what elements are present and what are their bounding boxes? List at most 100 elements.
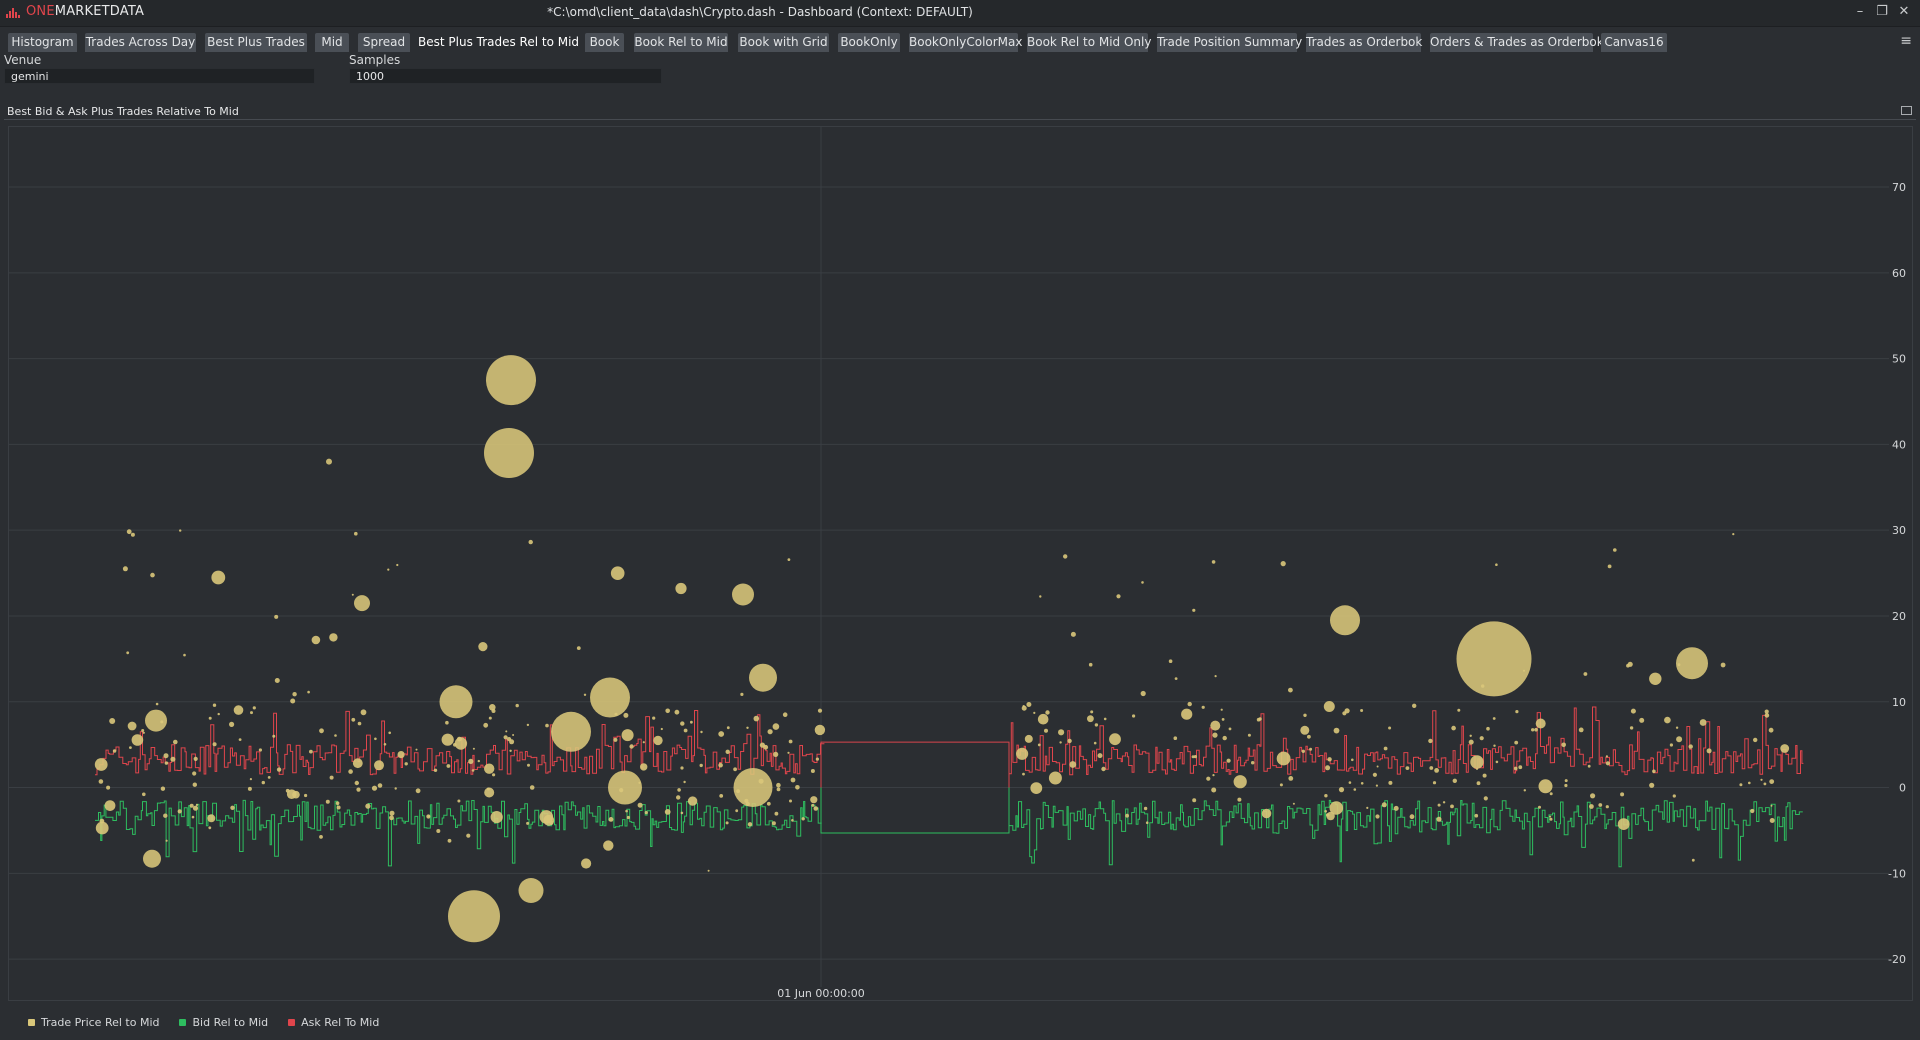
maximize-icon[interactable] <box>1901 106 1912 115</box>
trade-point <box>334 734 337 737</box>
trade-point <box>1617 818 1630 830</box>
trade-point <box>626 815 631 820</box>
trade-point <box>1720 662 1726 668</box>
tab-book-rel-to-mid[interactable]: Book Rel to Mid <box>634 33 728 52</box>
trade-point <box>229 721 235 728</box>
trade-bubble <box>608 770 642 805</box>
samples-label: Samples <box>349 53 401 67</box>
trade-point <box>733 767 737 772</box>
trade-point <box>212 703 217 707</box>
trade-point <box>1564 779 1568 783</box>
tab-canvas16[interactable]: Canvas16 <box>1601 33 1667 52</box>
legend-item-ask[interactable]: Ask Rel To Mid <box>288 1016 379 1029</box>
tab-mid[interactable]: Mid <box>315 33 349 52</box>
legend-item-bid[interactable]: Bid Rel to Mid <box>179 1016 268 1029</box>
trade-bubble <box>439 685 473 719</box>
trade-point <box>1605 805 1609 809</box>
trade-point <box>192 805 199 811</box>
venue-input[interactable]: gemini <box>4 68 315 84</box>
trade-point <box>766 801 771 806</box>
trade-point <box>1764 713 1770 718</box>
tab-trades-as-orderbok[interactable]: Trades as Orderbok <box>1306 33 1422 52</box>
tab-histogram[interactable]: Histogram <box>8 33 77 52</box>
trade-point <box>621 729 634 742</box>
trade-point <box>250 711 253 715</box>
tab-book-with-grid[interactable]: Book with Grid <box>738 33 829 52</box>
trade-point <box>1210 720 1221 731</box>
tab-book-rel-to-mid-only[interactable]: Book Rel to Mid Only <box>1027 33 1151 52</box>
y-tick-label: 20 <box>1892 610 1906 623</box>
trade-point <box>1474 813 1479 818</box>
trade-point <box>1375 784 1378 787</box>
restore-button[interactable]: ❐ <box>1874 3 1890 21</box>
trade-point <box>787 751 790 754</box>
title-bar: ONEMARKETDATA *C:\omd\client_data\dash\C… <box>0 0 1920 27</box>
trade-point <box>230 805 235 810</box>
trade-point <box>613 737 618 742</box>
trade-point <box>1187 701 1192 707</box>
minimize-button[interactable]: – <box>1852 3 1868 21</box>
trade-point <box>526 723 530 727</box>
trade-point <box>433 768 438 772</box>
trade-point <box>1590 793 1596 799</box>
trade-point <box>441 733 454 746</box>
y-tick-label: 0 <box>1899 782 1906 795</box>
trade-point <box>142 731 145 734</box>
tab-best-plus-trades[interactable]: Best Plus Trades <box>205 33 307 52</box>
trade-point <box>1024 734 1033 743</box>
tab-trades-across-day[interactable]: Trades Across Day <box>85 33 196 52</box>
trade-point <box>1168 659 1173 663</box>
tab-spread[interactable]: Spread <box>358 33 410 52</box>
trade-point <box>788 739 793 744</box>
tab-bookonly[interactable]: BookOnly <box>838 33 900 52</box>
trade-point <box>483 722 489 728</box>
trade-point <box>1360 709 1364 712</box>
tab-orders-trades-as-orderbok[interactable]: Orders & Trades as Orderbok <box>1430 33 1604 52</box>
legend-item-trade[interactable]: Trade Price Rel to Mid <box>28 1016 159 1029</box>
trade-point <box>1620 792 1625 797</box>
trade-point <box>1288 776 1294 781</box>
trade-point <box>680 721 685 726</box>
samples-input[interactable]: 1000 <box>349 68 662 84</box>
trade-point <box>397 751 405 759</box>
trade-point <box>211 570 226 585</box>
trade-point <box>1469 734 1472 737</box>
trade-point <box>335 801 340 805</box>
tab-trade-position-summary[interactable]: Trade Position Summary <box>1157 33 1302 52</box>
trade-point <box>1613 548 1617 552</box>
trade-point <box>258 748 262 752</box>
trade-point <box>155 702 159 706</box>
trade-point <box>1549 815 1552 818</box>
trade-point <box>789 799 792 803</box>
trade-point <box>179 529 182 532</box>
trade-point <box>356 787 361 792</box>
trade-point <box>545 723 549 728</box>
trade-point <box>1479 736 1484 741</box>
close-button[interactable]: ✕ <box>1896 3 1912 21</box>
trade-point <box>1388 726 1392 730</box>
trade-bubble <box>1456 621 1532 697</box>
menu-icon[interactable]: ≡ <box>1900 33 1912 49</box>
trade-point <box>1309 747 1313 751</box>
chart-area[interactable]: 70 60 50 40 30 20 10 0 -10 -20 01 Jun 00:00:00 <box>8 126 1913 1001</box>
trade-point <box>212 742 217 747</box>
trade-point <box>336 805 341 810</box>
tab-best-plus-trades-rel-to-mid[interactable]: Best Plus Trades Rel to Mid <box>418 33 579 52</box>
tab-bookonlycolormax[interactable]: BookOnlyColorMax <box>909 33 1023 52</box>
trade-point <box>1280 561 1286 567</box>
trade-point <box>319 728 324 734</box>
trade-point <box>491 709 496 713</box>
trade-point <box>725 821 729 825</box>
trade-bubble <box>551 711 591 752</box>
trade-bubble <box>448 890 500 943</box>
trade-point <box>1221 718 1225 721</box>
trade-point <box>208 826 212 830</box>
trade-point <box>1132 714 1136 718</box>
trade-point <box>127 721 137 731</box>
tab-book[interactable]: Book <box>585 33 624 52</box>
trade-point <box>329 775 334 780</box>
y-tick-label: 30 <box>1892 524 1906 537</box>
trade-point <box>1212 774 1215 777</box>
window-title: *C:\omd\client_data\dash\Crypto.dash - D… <box>547 5 973 19</box>
trades-rel-to-mid-chart[interactable]: 70 60 50 40 30 20 10 0 -10 -20 01 Jun 00:00:00 <box>9 127 1914 1002</box>
